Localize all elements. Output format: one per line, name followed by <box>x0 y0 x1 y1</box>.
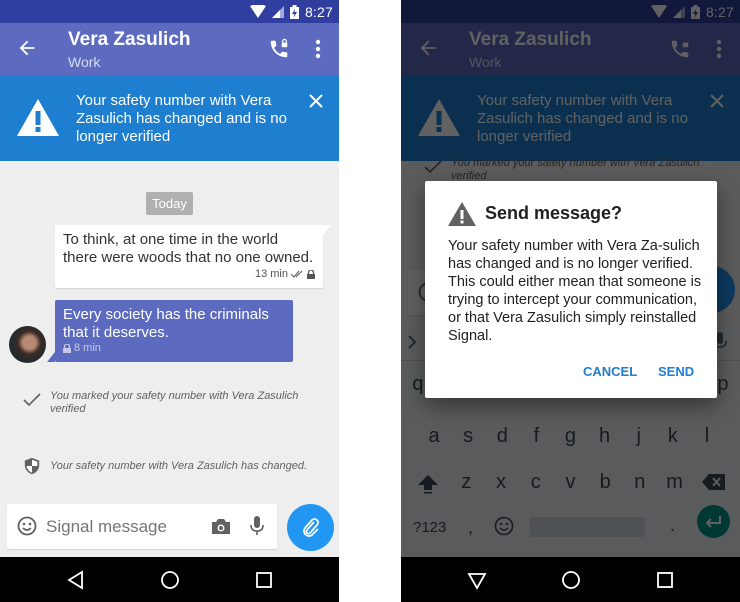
camera-icon[interactable] <box>211 518 231 535</box>
warning-icon <box>448 202 476 226</box>
cancel-button[interactable]: CANCEL <box>583 364 637 379</box>
nav-home-icon[interactable] <box>561 570 581 590</box>
contact-label: Work <box>68 54 101 70</box>
safety-number-banner[interactable]: Your safety number with Vera Zasulich ha… <box>0 75 339 161</box>
close-icon[interactable] <box>307 92 325 110</box>
checkmark-icon <box>23 393 41 407</box>
message-text: To think, at one time in the world there… <box>63 231 314 266</box>
outgoing-message[interactable]: To think, at one time in the world there… <box>55 225 331 288</box>
overflow-menu-icon[interactable] <box>310 38 326 60</box>
wifi-icon <box>249 5 266 18</box>
message-time: 8 min <box>74 342 101 354</box>
incoming-message[interactable]: Every society has the criminals that it … <box>47 300 293 362</box>
back-arrow-icon[interactable] <box>16 37 38 59</box>
nav-recents-icon[interactable] <box>254 570 274 590</box>
attach-button[interactable] <box>287 504 334 551</box>
conversation-toolbar: Vera Zasulich Work <box>0 23 339 75</box>
signal-icon <box>271 5 284 18</box>
secure-call-icon[interactable] <box>268 38 290 60</box>
message-text: Every society has the criminals that it … <box>63 306 269 341</box>
status-bar: 8:27 <box>0 0 339 23</box>
contact-name[interactable]: Vera Zasulich <box>68 29 191 51</box>
banner-text: Your safety number with Vera Zasulich ha… <box>76 92 287 145</box>
contact-avatar[interactable] <box>9 326 46 363</box>
date-divider: Today <box>146 192 193 215</box>
message-meta: 8 min <box>63 339 101 357</box>
message-input[interactable] <box>46 517 206 537</box>
nav-back-icon[interactable] <box>66 570 86 590</box>
delivered-checkmarks-icon <box>291 270 303 278</box>
lock-icon <box>63 343 71 353</box>
dialog-title: Send message? <box>485 203 623 223</box>
microphone-icon[interactable] <box>250 516 264 536</box>
update-text: Your safety number with Vera Zasulich ha… <box>50 459 308 472</box>
nav-hide-keyboard-icon[interactable] <box>467 570 487 590</box>
message-time: 13 min <box>254 268 288 280</box>
update-text: You marked your safety number with Vera … <box>50 390 299 415</box>
battery-charging-icon <box>289 4 299 19</box>
message-list[interactable]: Today To think, at one time in the world… <box>0 161 339 556</box>
emoji-icon[interactable] <box>17 516 37 536</box>
send-message-dialog: Send message? Your safety number with Ve… <box>425 181 717 398</box>
shield-icon <box>24 457 40 475</box>
clock: 8:27 <box>304 3 333 20</box>
nav-home-icon[interactable] <box>160 570 180 590</box>
compose-bar <box>7 504 277 549</box>
paperclip-icon <box>302 517 319 537</box>
message-meta: 13 min <box>255 265 315 283</box>
lock-icon <box>307 269 315 279</box>
system-nav-bar <box>401 557 740 602</box>
system-nav-bar <box>0 557 339 602</box>
verified-update: You marked your safety number with Vera … <box>22 390 312 416</box>
send-button[interactable]: SEND <box>658 364 694 379</box>
phone-conversation: 8:27 Vera Zasulich Work Your safety numb… <box>0 0 339 602</box>
warning-icon <box>17 99 59 136</box>
dialog-message: Your safety number with Vera Za-sulich h… <box>448 238 702 344</box>
phone-send-dialog: 8:27 Vera Zasulich Work Your safety numb… <box>401 0 740 602</box>
nav-recents-icon[interactable] <box>655 570 675 590</box>
safety-changed-update: Your safety number with Vera Zasulich ha… <box>22 457 322 475</box>
